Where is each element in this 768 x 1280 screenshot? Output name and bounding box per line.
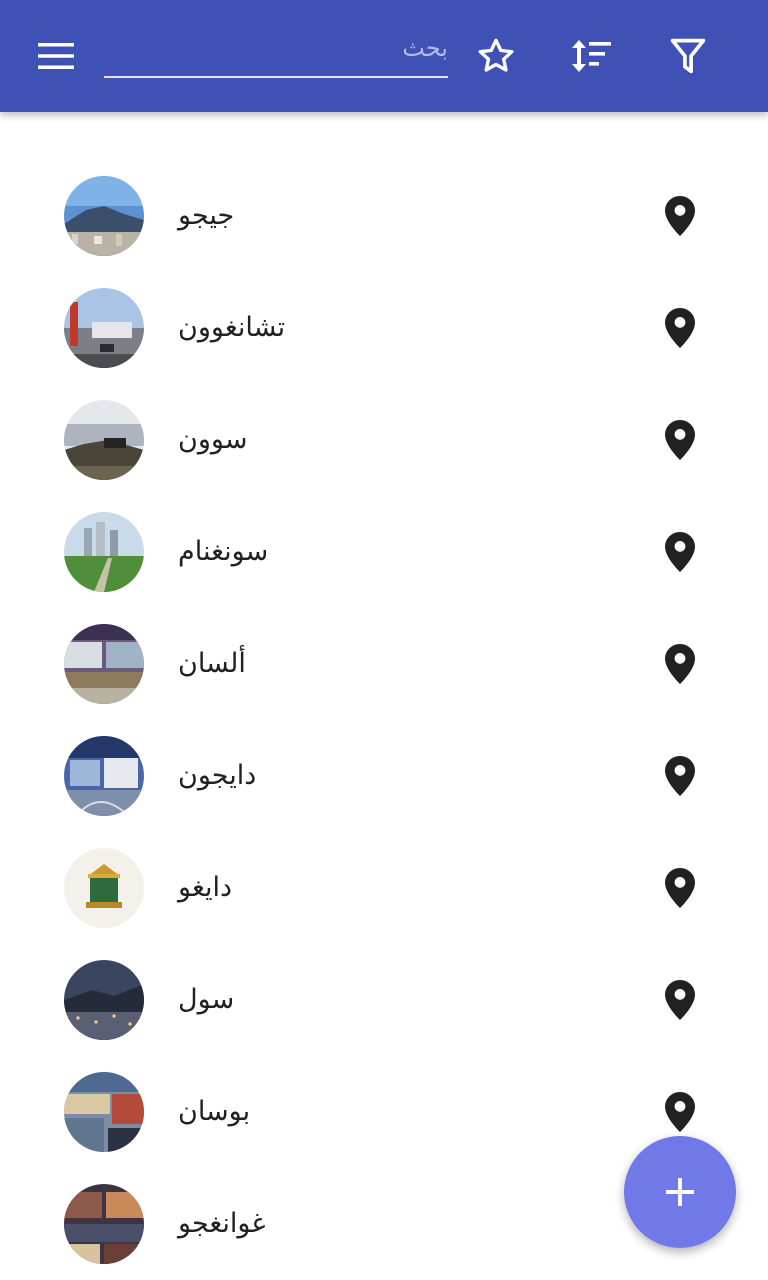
city-thumbnail — [64, 960, 144, 1040]
city-thumbnail — [64, 176, 144, 256]
city-thumbnail — [64, 400, 144, 480]
city-name: دايجون — [178, 760, 257, 791]
show-on-map-button[interactable] — [652, 972, 708, 1028]
city-list-item[interactable]: دايجون — [0, 720, 768, 832]
city-list: جيجو تشانغوون سوون سونغنام ألسان دايجون … — [0, 160, 768, 1280]
city-name: سول — [178, 984, 235, 1015]
map-pin-icon — [665, 756, 695, 796]
map-pin-icon — [665, 980, 695, 1020]
map-pin-icon — [665, 308, 695, 348]
show-on-map-button[interactable] — [652, 188, 708, 244]
map-pin-icon — [665, 1092, 695, 1132]
map-pin-icon — [665, 868, 695, 908]
city-name: جيجو — [178, 200, 235, 231]
map-pin-icon — [665, 420, 695, 460]
city-thumbnail — [64, 624, 144, 704]
city-list-item[interactable]: دايغو — [0, 832, 768, 944]
city-list-item[interactable]: سونغنام — [0, 496, 768, 608]
show-on-map-button[interactable] — [652, 636, 708, 692]
map-pin-icon — [665, 644, 695, 684]
city-thumbnail — [64, 1072, 144, 1152]
city-thumbnail — [64, 736, 144, 816]
map-pin-icon — [665, 196, 695, 236]
star-outline-icon — [478, 38, 514, 72]
city-thumbnail — [64, 1184, 144, 1264]
city-name: ألسان — [178, 648, 246, 679]
city-list-item[interactable]: سوون — [0, 384, 768, 496]
city-name: غوانغجو — [178, 1208, 266, 1239]
favorites-button[interactable] — [462, 22, 530, 90]
search-input[interactable] — [104, 26, 448, 78]
city-name: سونغنام — [178, 536, 269, 567]
city-name: دايغو — [178, 872, 233, 903]
add-button[interactable] — [624, 1136, 736, 1248]
city-name: تشانغوون — [178, 312, 286, 343]
sort-icon — [572, 40, 611, 72]
city-name: بوسان — [178, 1096, 251, 1127]
city-name: سوون — [178, 424, 248, 455]
city-thumbnail — [64, 848, 144, 928]
show-on-map-button[interactable] — [652, 412, 708, 468]
filter-icon — [670, 38, 706, 74]
show-on-map-button[interactable] — [652, 524, 708, 580]
menu-button[interactable] — [22, 22, 90, 90]
search-field — [104, 26, 448, 82]
sort-button[interactable] — [557, 22, 625, 90]
app-bar — [0, 0, 768, 112]
filter-button[interactable] — [654, 22, 722, 90]
city-list-item[interactable]: تشانغوون — [0, 272, 768, 384]
show-on-map-button[interactable] — [652, 1084, 708, 1140]
city-list-item[interactable]: جيجو — [0, 160, 768, 272]
show-on-map-button[interactable] — [652, 300, 708, 356]
show-on-map-button[interactable] — [652, 748, 708, 804]
city-list-item[interactable]: سول — [0, 944, 768, 1056]
city-thumbnail — [64, 288, 144, 368]
show-on-map-button[interactable] — [652, 860, 708, 916]
map-pin-icon — [665, 532, 695, 572]
city-list-item[interactable]: ألسان — [0, 608, 768, 720]
plus-icon — [666, 1178, 694, 1206]
city-thumbnail — [64, 512, 144, 592]
menu-icon — [38, 43, 74, 69]
